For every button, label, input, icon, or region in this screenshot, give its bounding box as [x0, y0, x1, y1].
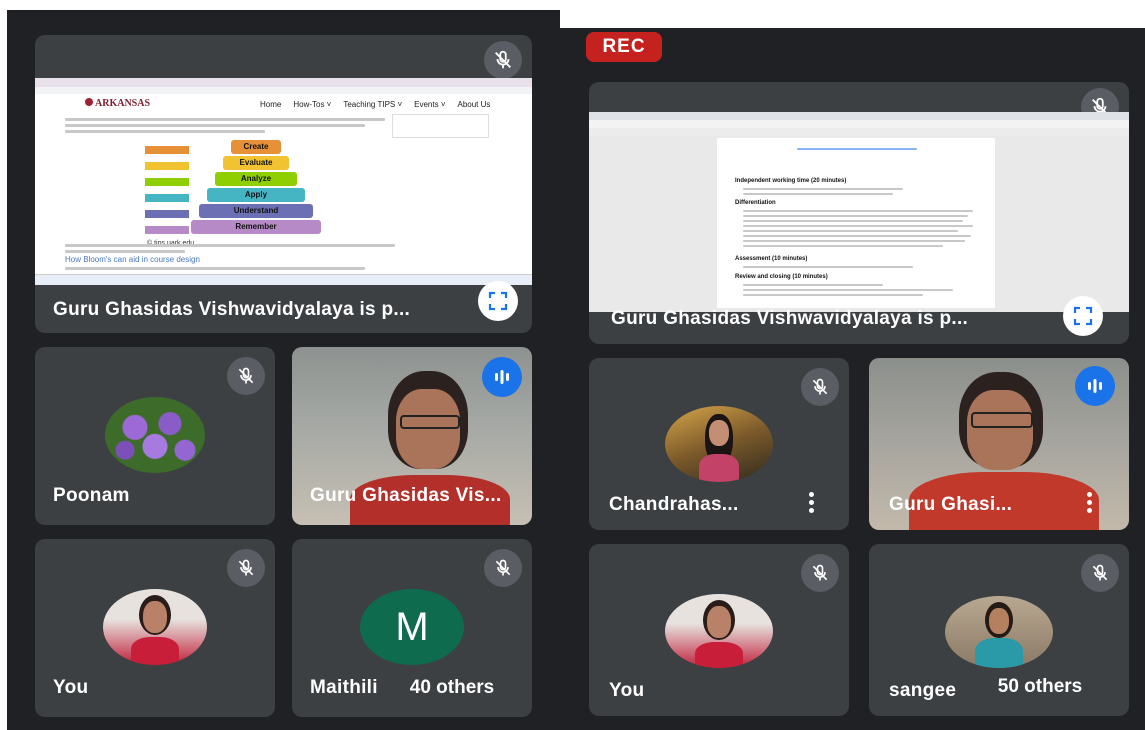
- doc-section-assessment: Assessment (10 minutes): [735, 256, 808, 262]
- nav-teaching-tips[interactable]: Teaching TIPS ˅: [343, 100, 402, 109]
- avatar: [105, 397, 205, 473]
- presenter-name: Guru Ghasidas Vishwavidyalaya is p...: [53, 299, 411, 320]
- fullscreen-icon: [1073, 306, 1093, 326]
- presentation-tile[interactable]: ARKANSAS Home How-Tos ˅ Teaching TIPS ˅ …: [35, 35, 532, 333]
- participant-name: sangee: [889, 680, 957, 701]
- participant-tile-maithili[interactable]: M Maithili 40 others: [292, 539, 532, 717]
- mic-off-icon: [484, 41, 522, 79]
- participant-tile-guru-ghasidas[interactable]: Guru Ghasidas Vis...: [292, 347, 532, 525]
- participant-name: Guru Ghasidas Vis...: [310, 485, 502, 506]
- right-meeting-panel: REC Independent working time (20 minutes…: [560, 28, 1145, 730]
- section-heading: How Bloom's can aid in course design: [65, 255, 200, 264]
- others-count-button[interactable]: 40 others: [386, 669, 518, 707]
- pyramid-level-create: Create: [231, 140, 281, 154]
- pyramid-level-evaluate: Evaluate: [223, 156, 289, 170]
- participant-name: Chandrahas...: [609, 494, 739, 515]
- participant-name: Guru Ghasi...: [889, 494, 1013, 515]
- doc-section-review: Review and closing (10 minutes): [735, 274, 828, 280]
- doc-section-differentiation: Differentiation: [735, 200, 776, 206]
- doc-section-independent: Independent working time (20 minutes): [735, 178, 847, 184]
- shared-screen: ARKANSAS Home How-Tos ˅ Teaching TIPS ˅ …: [35, 78, 532, 285]
- nav-about[interactable]: About Us: [458, 100, 491, 109]
- shared-screen: Independent working time (20 minutes) Di…: [589, 112, 1129, 312]
- recording-badge: REC: [586, 32, 662, 62]
- participant-name: You: [53, 677, 89, 698]
- mic-off-icon: [227, 549, 265, 587]
- fullscreen-button[interactable]: [478, 281, 518, 321]
- fullscreen-icon: [488, 291, 508, 311]
- avatar: M: [360, 589, 464, 665]
- participant-tile-guru-ghasidas[interactable]: Guru Ghasi...: [869, 358, 1129, 530]
- site-brand: ARKANSAS: [85, 98, 150, 109]
- mic-off-icon: [801, 368, 839, 406]
- arkansas-logo-icon: [85, 98, 93, 106]
- participant-tile-chandrahas[interactable]: Chandrahas...: [589, 358, 849, 530]
- avatar: [665, 594, 773, 668]
- speaking-indicator-icon: [482, 357, 522, 397]
- more-options-icon[interactable]: [809, 489, 815, 516]
- pyramid-level-analyze: Analyze: [215, 172, 297, 186]
- participant-name: Maithili: [310, 677, 378, 698]
- participant-tile-you[interactable]: You: [35, 539, 275, 717]
- document-page: Independent working time (20 minutes) Di…: [717, 138, 995, 308]
- nav-howtos[interactable]: How-Tos ˅: [293, 100, 331, 109]
- site-nav: Home How-Tos ˅ Teaching TIPS ˅ Events ˅ …: [260, 100, 490, 109]
- more-options-icon[interactable]: [1087, 489, 1093, 516]
- mic-off-icon: [1081, 554, 1119, 592]
- pyramid-level-understand: Understand: [199, 204, 313, 218]
- avatar: [103, 589, 207, 665]
- left-meeting-panel: ARKANSAS Home How-Tos ˅ Teaching TIPS ˅ …: [7, 10, 560, 730]
- mic-off-icon: [227, 357, 265, 395]
- mic-off-icon: [484, 549, 522, 587]
- participant-tile-sangeeta[interactable]: sangee 50 others: [869, 544, 1129, 716]
- pyramid-level-remember: Remember: [191, 220, 321, 234]
- pyramid-level-apply: Apply: [207, 188, 305, 202]
- participant-name: You: [609, 680, 645, 701]
- nav-home[interactable]: Home: [260, 100, 281, 109]
- presentation-tile[interactable]: Independent working time (20 minutes) Di…: [589, 82, 1129, 344]
- speaking-indicator-icon: [1075, 366, 1115, 406]
- participant-tile-poonam[interactable]: Poonam: [35, 347, 275, 525]
- mic-off-icon: [801, 554, 839, 592]
- nav-events[interactable]: Events ˅: [414, 100, 445, 109]
- participant-name: Poonam: [53, 485, 130, 506]
- others-count-button[interactable]: 50 others: [975, 668, 1105, 706]
- presenter-name: Guru Ghasidas Vishwavidyalaya is p...: [611, 308, 969, 329]
- avatar: [665, 406, 773, 482]
- fullscreen-button[interactable]: [1063, 296, 1103, 336]
- avatar: [945, 596, 1053, 668]
- participant-tile-you[interactable]: You: [589, 544, 849, 716]
- windows-taskbar: [35, 274, 532, 285]
